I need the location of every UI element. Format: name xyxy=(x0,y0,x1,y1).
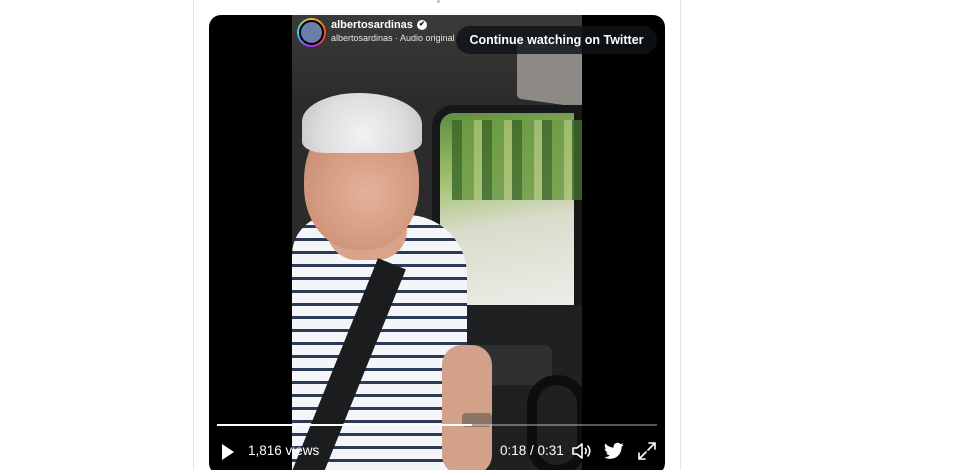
progress-fill xyxy=(217,424,473,426)
account-avatar[interactable] xyxy=(297,18,326,47)
video-player[interactable] xyxy=(209,15,665,470)
account-name: albertosardinas xyxy=(331,19,413,31)
time-display: 0:18 / 0:31 xyxy=(500,443,564,458)
white-hair xyxy=(302,93,422,153)
video-frame[interactable] xyxy=(292,15,582,470)
continue-watching-button[interactable]: Continue watching on Twitter xyxy=(456,26,657,54)
page: albertosardinas ✔ albertosardinas · Audi… xyxy=(0,0,960,470)
account-subline: albertosardinas · Audio original xyxy=(331,33,455,43)
expand-icon[interactable] xyxy=(637,441,657,461)
tweet-text-fragment xyxy=(437,0,440,3)
verified-badge-icon: ✔ xyxy=(416,20,427,30)
volume-icon[interactable] xyxy=(571,441,593,461)
account-name-row[interactable]: albertosardinas ✔ xyxy=(331,19,427,31)
trees-outside xyxy=(452,120,582,200)
view-count: 1,816 views xyxy=(248,443,320,458)
progress-bar[interactable] xyxy=(217,424,657,426)
play-icon[interactable] xyxy=(222,444,234,460)
twitter-bird-icon[interactable] xyxy=(604,442,624,460)
video-controls: 1,816 views 0:18 / 0:31 xyxy=(209,436,665,470)
